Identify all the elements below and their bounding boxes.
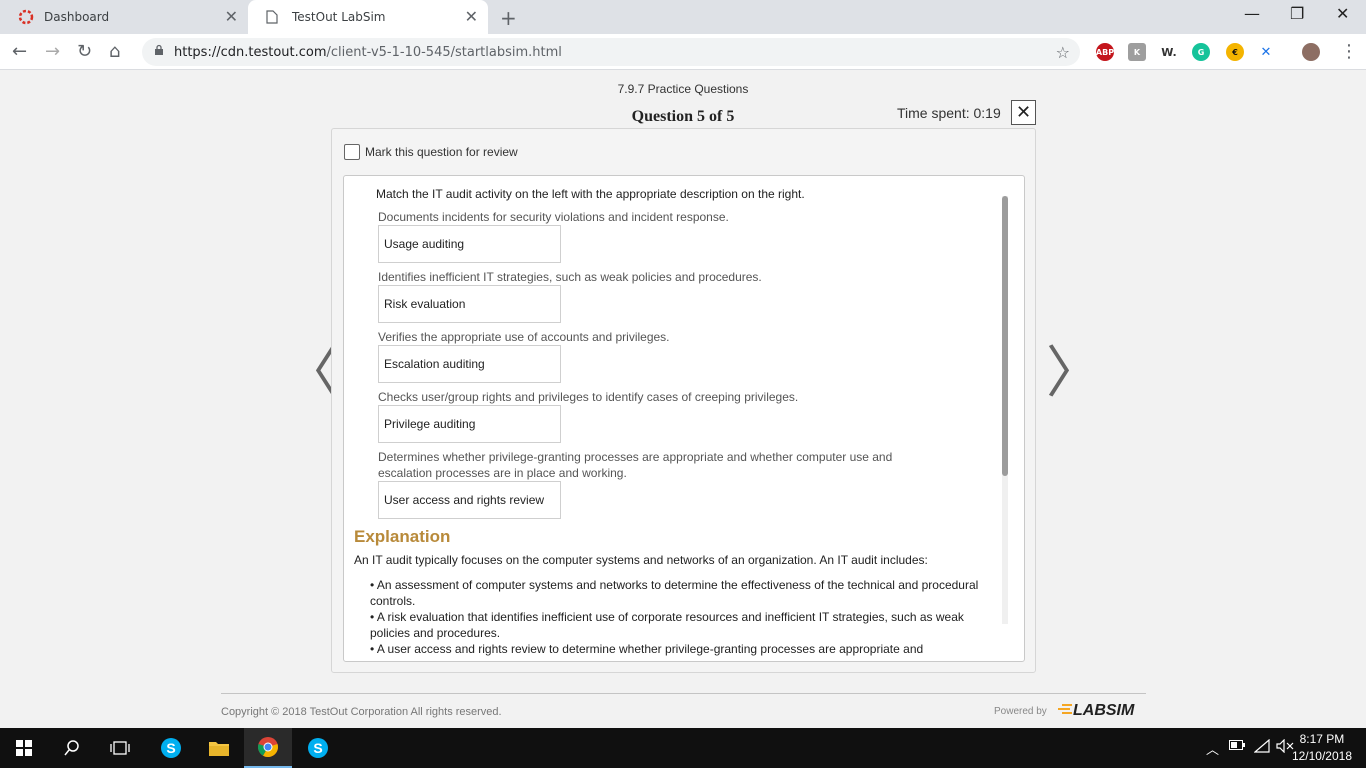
match-answer-box[interactable]: Privilege auditing (378, 405, 561, 443)
labsim-logo-text: LABSIM (1073, 702, 1135, 719)
new-tab-icon[interactable]: + (500, 6, 517, 30)
copyright: Copyright © 2018 TestOut Corporation All… (221, 706, 502, 718)
footer-divider (221, 693, 1146, 694)
svg-text:S: S (313, 740, 322, 756)
explanation-bullet: • A user access and rights review to det… (370, 642, 924, 656)
skype-icon[interactable]: S (147, 728, 195, 768)
extension-w-icon[interactable]: W. (1160, 43, 1178, 61)
explanation-bullet: • An assessment of computer systems and … (370, 578, 979, 608)
close-tab-icon[interactable]: ✕ (225, 9, 238, 25)
close-icon: ✕ (1015, 102, 1032, 123)
question-scroll-area[interactable]: Match the IT audit activity on the left … (344, 176, 1004, 661)
address-bar[interactable]: https://cdn.testout.com/client-v5-1-10-5… (142, 38, 1080, 66)
windows-start-icon[interactable] (0, 728, 48, 768)
testout-logo-icon (18, 9, 36, 25)
browser-toolbar: ← → ↻ ⌂ https://cdn.testout.com/client-v… (0, 34, 1366, 70)
home-icon[interactable]: ⌂ (109, 42, 120, 62)
close-quiz-button[interactable]: ✕ (1011, 100, 1036, 125)
scroll-thumb[interactable] (1002, 196, 1008, 476)
extension-x-icon[interactable]: ✕ (1257, 43, 1275, 61)
bookmark-star-icon[interactable]: ☆ (1056, 43, 1070, 62)
question-panel: Mark this question for review Match the … (331, 128, 1036, 673)
task-view-icon[interactable] (96, 728, 144, 768)
wifi-icon[interactable] (1253, 738, 1270, 757)
minimize-icon[interactable]: — (1244, 4, 1260, 23)
next-question-button[interactable]: 〉 (1046, 346, 1102, 402)
grammarly-icon[interactable]: G (1192, 43, 1210, 61)
restore-icon[interactable]: ❐ (1290, 4, 1304, 23)
question-content-box: Match the IT audit activity on the left … (343, 175, 1025, 662)
time-spent: Time spent: 0:19 (897, 105, 1001, 121)
match-description: Verifies the appropriate use of accounts… (378, 330, 670, 344)
back-icon[interactable]: ← (12, 42, 27, 62)
review-checkbox[interactable] (344, 144, 360, 160)
explanation-bullet: • A risk evaluation that identifies inef… (370, 610, 964, 640)
skype-icon[interactable]: S (294, 728, 342, 768)
powered-by-label: Powered by (994, 706, 1047, 717)
clock-time: 8:17 PM (1299, 732, 1345, 746)
extension-icon[interactable]: K (1128, 43, 1146, 61)
svg-text:S: S (166, 740, 175, 756)
tab-label: TestOut LabSim (292, 10, 386, 24)
tab-label: Dashboard (44, 10, 110, 24)
adblock-extension-icon[interactable]: ABP (1096, 43, 1114, 61)
extension-icon[interactable]: € (1226, 43, 1244, 61)
close-tab-icon[interactable]: ✕ (465, 9, 478, 25)
question-prompt: Match the IT audit activity on the left … (376, 187, 805, 201)
lock-icon (154, 44, 164, 60)
menu-icon[interactable]: ⋮ (1340, 42, 1358, 62)
search-icon[interactable] (48, 728, 96, 768)
reload-icon[interactable]: ↻ (77, 42, 92, 62)
system-clock[interactable]: 8:17 PM 12/10/2018 (1292, 731, 1352, 765)
tab-testout-labsim[interactable]: TestOut LabSim ✕ (248, 0, 488, 34)
forward-icon[interactable]: → (45, 42, 60, 62)
content-scrollbar[interactable] (1002, 196, 1008, 624)
browser-tab-strip: Dashboard ✕ TestOut LabSim ✕ + — ❐ ✕ (0, 0, 1366, 34)
review-label: Mark this question for review (365, 145, 518, 159)
url-path: /client-v5-1-10-545/startlabsim.html (326, 44, 562, 60)
match-description: Identifies inefficient IT strategies, su… (378, 270, 762, 284)
clock-date: 12/10/2018 (1291, 749, 1352, 763)
tab-dashboard[interactable]: Dashboard ✕ (0, 0, 248, 34)
chevron-up-icon[interactable]: ︿ (1206, 739, 1219, 758)
match-description: Determines whether privilege-granting pr… (378, 450, 893, 480)
match-answer-box[interactable]: Usage auditing (378, 225, 561, 263)
battery-icon[interactable] (1229, 739, 1245, 754)
page-icon (266, 10, 284, 24)
question-counter: Question 5 of 5 (631, 108, 735, 125)
profile-avatar[interactable] (1302, 43, 1320, 61)
match-answer-box[interactable]: Escalation auditing (378, 345, 561, 383)
url-host: https://cdn.testout.com (174, 44, 327, 60)
window-close-icon[interactable]: ✕ (1336, 4, 1349, 23)
explanation-heading: Explanation (354, 527, 451, 546)
file-explorer-icon[interactable] (195, 728, 243, 768)
labsim-logo-icon (1058, 702, 1072, 720)
labsim-page: 7.9.7 Practice Questions Question 5 of 5… (0, 71, 1366, 728)
match-description: Documents incidents for security violati… (378, 210, 729, 224)
chrome-icon[interactable] (244, 728, 292, 768)
windows-taskbar: S S ︿ 8:17 PM 12/10/2018 (0, 728, 1366, 768)
match-description: Checks user/group rights and privileges … (378, 390, 799, 404)
match-answer-box[interactable]: User access and rights review (378, 481, 561, 519)
explanation-intro: An IT audit typically focuses on the com… (354, 553, 928, 567)
mark-for-review[interactable]: Mark this question for review (344, 144, 518, 160)
quiz-subtitle: 7.9.7 Practice Questions (617, 82, 749, 96)
labsim-logo: LABSIM (1058, 702, 1134, 720)
match-answer-box[interactable]: Risk evaluation (378, 285, 561, 323)
